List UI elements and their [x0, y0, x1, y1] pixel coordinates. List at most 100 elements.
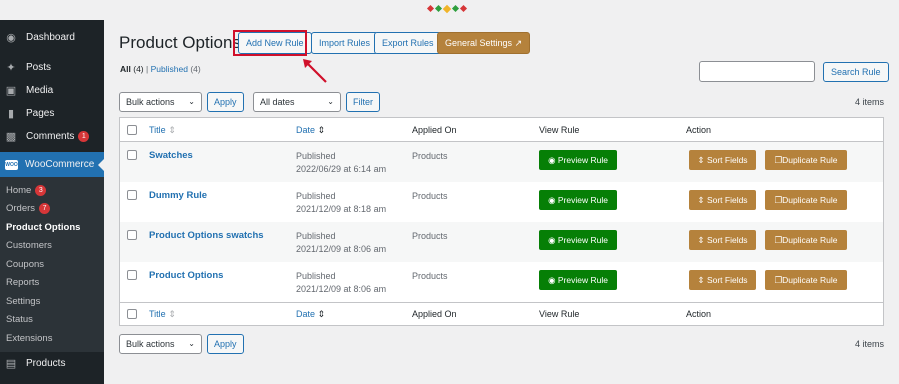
rule-applied-on: Products — [412, 271, 448, 281]
filter-all[interactable]: All (4) — [120, 64, 144, 74]
row-checkbox[interactable] — [127, 190, 137, 200]
bulk-actions-select-bottom[interactable]: Bulk actions ⌄ — [119, 334, 202, 354]
button-label: Sort Fields — [706, 275, 748, 285]
menu-products[interactable]: ▤ Products — [0, 352, 104, 375]
table-row: Swatches Published 2022/06/29 at 6:14 am … — [120, 142, 883, 182]
select-all-checkbox-footer[interactable] — [127, 309, 137, 319]
duplicate-rule-button[interactable]: ❐Duplicate Rule — [765, 150, 847, 170]
arrow-annotation-icon — [303, 59, 327, 83]
external-link-icon: ↗ — [514, 38, 523, 48]
sort-icon: ⇕ — [697, 235, 705, 245]
menu-label: Comments — [26, 131, 75, 142]
menu-dashboard[interactable]: ◉ Dashboard — [0, 26, 104, 49]
submenu-label: Home — [6, 184, 32, 196]
table-header-row: Title ⇕ Date ⇕ Applied On View Rule Acti… — [120, 118, 883, 142]
sort-fields-button[interactable]: ⇕ Sort Fields — [689, 230, 756, 250]
rule-title-link[interactable]: Swatches — [149, 150, 193, 161]
submenu-coupons[interactable]: Coupons — [0, 255, 104, 274]
sort-icon: ⇕ — [317, 125, 326, 135]
menu-posts[interactable]: ✦ Posts — [0, 56, 104, 79]
submenu-settings[interactable]: Settings — [0, 292, 104, 311]
home-badge: 3 — [35, 184, 47, 196]
export-rules-button[interactable]: Export Rules — [374, 32, 442, 54]
top-strip — [0, 0, 899, 20]
pages-icon: ▮ — [7, 108, 15, 120]
preview-rule-button[interactable]: ◉ Preview Rule — [539, 150, 617, 170]
submenu-label: Orders — [6, 203, 36, 215]
duplicate-rule-button[interactable]: ❐Duplicate Rule — [765, 190, 847, 210]
search-input[interactable] — [699, 61, 815, 82]
general-settings-button[interactable]: General Settings ↗ — [437, 32, 531, 54]
column-title[interactable]: Title ⇕ — [149, 125, 176, 136]
menu-woocommerce[interactable]: WOO WooCommerce — [0, 152, 104, 177]
button-label: Duplicate Rule — [782, 195, 838, 205]
table-row: Product Options Published 2021/12/09 at 8… — [120, 262, 883, 302]
highlight-box — [233, 30, 307, 56]
date-filter-select[interactable]: All dates ⌄ — [253, 92, 341, 112]
import-rules-button[interactable]: Import Rules — [311, 32, 379, 54]
rule-title-link[interactable]: Product Options — [149, 270, 223, 281]
loading-dots — [426, 4, 468, 14]
row-checkbox[interactable] — [127, 270, 137, 280]
column-view-rule: View Rule — [539, 125, 580, 135]
submenu-reports[interactable]: Reports — [0, 274, 104, 293]
column-title-footer[interactable]: Title ⇕ — [149, 309, 176, 320]
select-all-checkbox[interactable] — [127, 125, 137, 135]
column-label: Date — [296, 309, 316, 319]
filter-published[interactable]: Published (4) — [151, 64, 201, 74]
submenu-extensions[interactable]: Extensions — [0, 329, 104, 348]
row-checkbox[interactable] — [127, 230, 137, 240]
apply-button-bottom[interactable]: Apply — [207, 334, 244, 354]
rule-title-link[interactable]: Dummy Rule — [149, 190, 207, 201]
preview-rule-button[interactable]: ◉ Preview Rule — [539, 270, 617, 290]
search-rule-button[interactable]: Search Rule — [823, 62, 889, 82]
dashboard-icon: ◉ — [6, 32, 16, 44]
comment-icon: ▩ — [5, 131, 17, 143]
menu-media[interactable]: ▣ Media — [0, 79, 104, 102]
pin-icon: ✦ — [6, 62, 16, 74]
sort-icon: ⇕ — [317, 309, 326, 319]
bulk-actions-select-top[interactable]: Bulk actions ⌄ — [119, 92, 202, 112]
preview-rule-button[interactable]: ◉ Preview Rule — [539, 190, 617, 210]
submenu-customers[interactable]: Customers — [0, 237, 104, 256]
submenu-orders[interactable]: Orders 7 — [0, 200, 104, 219]
media-icon: ▣ — [5, 85, 17, 97]
rule-date: Published 2022/06/29 at 6:14 am — [296, 150, 386, 176]
rule-title-link[interactable]: Product Options swatchs — [149, 230, 264, 241]
sort-fields-button[interactable]: ⇕ Sort Fields — [689, 190, 756, 210]
rule-applied-on: Products — [412, 191, 448, 201]
rule-datetime: 2022/06/29 at 6:14 am — [296, 164, 387, 174]
column-label: Title — [149, 125, 166, 135]
filter-separator: | — [146, 64, 149, 74]
submenu-home[interactable]: Home 3 — [0, 181, 104, 200]
row-checkbox[interactable] — [127, 150, 137, 160]
rule-status: Published — [296, 191, 336, 201]
filter-button[interactable]: Filter — [346, 92, 380, 112]
items-count-bottom: 4 items — [854, 339, 884, 349]
duplicate-rule-button[interactable]: ❐Duplicate Rule — [765, 270, 847, 290]
sort-fields-button[interactable]: ⇕ Sort Fields — [689, 150, 756, 170]
sort-icon: ⇕ — [168, 309, 176, 319]
button-label: Duplicate Rule — [782, 275, 838, 285]
duplicate-rule-button[interactable]: ❐Duplicate Rule — [765, 230, 847, 250]
column-applied-on: Applied On — [412, 125, 457, 135]
submenu-product-options[interactable]: Product Options — [0, 218, 104, 237]
column-date-footer[interactable]: Date ⇕ — [296, 309, 325, 320]
menu-pages[interactable]: ▮ Pages — [0, 102, 104, 125]
sort-fields-button[interactable]: ⇕ Sort Fields — [689, 270, 756, 290]
submenu-status[interactable]: Status — [0, 311, 104, 330]
rule-status: Published — [296, 151, 336, 161]
column-label: Title — [149, 309, 166, 319]
page-title: Product Options — [119, 33, 241, 52]
button-label: Preview Rule — [557, 275, 608, 285]
apply-button-top[interactable]: Apply — [207, 92, 244, 112]
preview-rule-button[interactable]: ◉ Preview Rule — [539, 230, 617, 250]
column-date[interactable]: Date ⇕ — [296, 125, 325, 136]
chevron-down-icon: ⌄ — [188, 97, 195, 106]
filter-label: Published — [150, 64, 188, 74]
sort-icon: ⇕ — [697, 275, 705, 285]
menu-comments[interactable]: ▩ Comments 1 — [0, 125, 104, 148]
button-label: Preview Rule — [557, 195, 608, 205]
rule-datetime: 2021/12/09 at 8:18 am — [296, 204, 387, 214]
filter-label: All — [120, 64, 131, 74]
